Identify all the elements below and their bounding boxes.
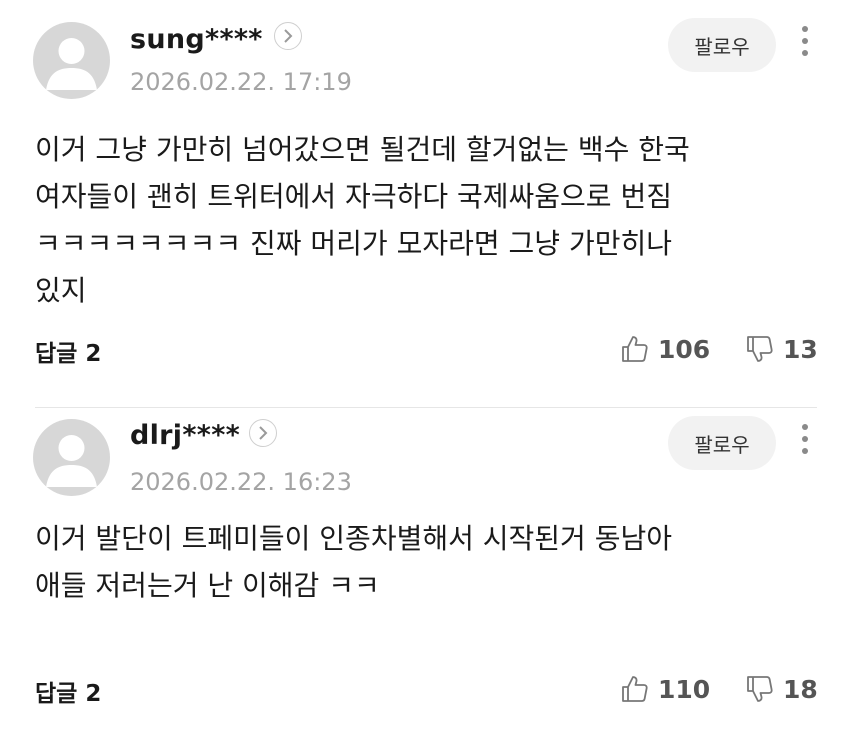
comment-date: 2026.02.22. 16:23 xyxy=(130,468,352,496)
follow-button[interactable]: 팔로우 xyxy=(668,416,776,470)
thumbs-down-icon xyxy=(747,336,773,362)
dislike-count: 18 xyxy=(783,674,818,704)
username[interactable]: sung**** xyxy=(130,24,263,55)
username[interactable]: dlrj**** xyxy=(130,420,240,451)
follow-button[interactable]: 팔로우 xyxy=(668,18,776,72)
default-avatar-icon xyxy=(46,38,97,90)
like-button[interactable]: 110 xyxy=(620,672,710,706)
default-avatar-icon xyxy=(46,435,97,487)
chevron-right-icon[interactable] xyxy=(249,419,277,447)
like-count: 106 xyxy=(658,334,711,364)
avatar[interactable] xyxy=(33,22,110,99)
avatar[interactable] xyxy=(33,419,110,496)
comment-item: sung**** 2026.02.22. 17:19 팔로우 이거 그냥 가만히… xyxy=(0,0,850,408)
dislike-button[interactable]: 18 xyxy=(745,672,818,706)
comment-text: 이거 발단이 트페미들이 인종차별해서 시작된거 동남아 애들 저러는거 난 이… xyxy=(35,522,672,602)
comment-text: 이거 그냥 가만히 넘어갔으면 될건데 할거없는 백수 한국 여자들이 괜히 트… xyxy=(35,133,690,307)
dislike-count: 13 xyxy=(783,334,818,364)
reply-button[interactable]: 답글 2 xyxy=(35,674,101,708)
more-vertical-icon[interactable] xyxy=(800,26,810,66)
thumbs-down-icon xyxy=(747,676,773,702)
like-button[interactable]: 106 xyxy=(620,332,710,366)
thumbs-up-icon xyxy=(622,336,648,362)
like-count: 110 xyxy=(658,674,711,704)
comment-item: dlrj**** 2026.02.22. 16:23 팔로우 이거 발단이 트페… xyxy=(0,408,850,738)
thumbs-up-icon xyxy=(622,676,648,702)
chevron-right-icon[interactable] xyxy=(274,22,302,50)
dislike-button[interactable]: 13 xyxy=(745,332,818,366)
reply-button[interactable]: 답글 2 xyxy=(35,334,101,368)
comment-date: 2026.02.22. 17:19 xyxy=(130,68,352,96)
more-vertical-icon[interactable] xyxy=(800,424,810,464)
